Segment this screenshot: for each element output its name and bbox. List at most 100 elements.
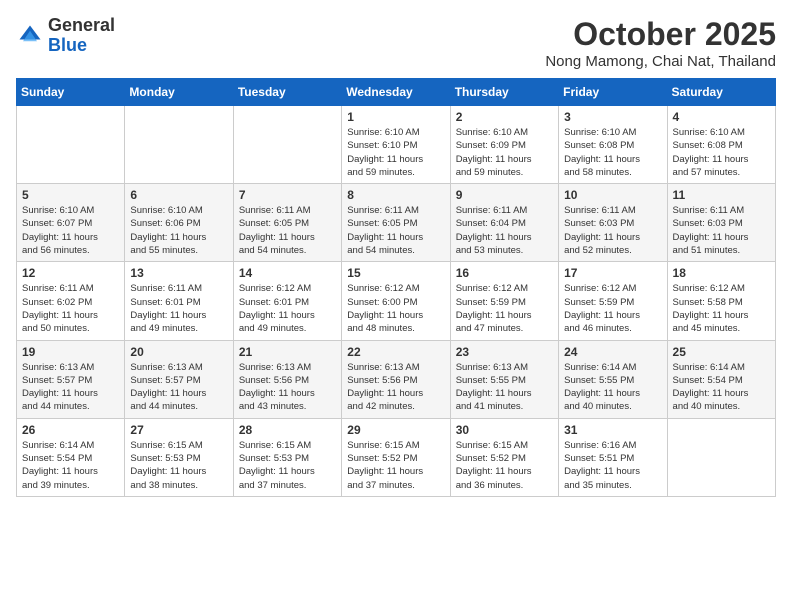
day-info: Sunrise: 6:13 AM Sunset: 5:55 PM Dayligh… (456, 361, 553, 414)
day-number: 5 (22, 188, 119, 202)
day-number: 9 (456, 188, 553, 202)
day-info: Sunrise: 6:12 AM Sunset: 6:00 PM Dayligh… (347, 282, 444, 335)
day-number: 8 (347, 188, 444, 202)
day-number: 28 (239, 423, 336, 437)
calendar-cell: 31 Sunrise: 6:16 AM Sunset: 5:51 PM Dayli… (559, 418, 667, 496)
day-info: Sunrise: 6:11 AM Sunset: 6:03 PM Dayligh… (673, 204, 770, 257)
calendar-cell: 15 Sunrise: 6:12 AM Sunset: 6:00 PM Dayli… (342, 262, 450, 340)
location-title: Nong Mamong, Chai Nat, Thailand (545, 53, 776, 70)
day-number: 30 (456, 423, 553, 437)
day-number: 15 (347, 266, 444, 280)
logo-text: General Blue (48, 16, 115, 56)
day-info: Sunrise: 6:10 AM Sunset: 6:09 PM Dayligh… (456, 126, 553, 179)
calendar-cell: 3 Sunrise: 6:10 AM Sunset: 6:08 PM Daylig… (559, 106, 667, 184)
day-number: 6 (130, 188, 227, 202)
calendar-cell: 8 Sunrise: 6:11 AM Sunset: 6:05 PM Daylig… (342, 184, 450, 262)
weekday-header-sunday: Sunday (17, 79, 125, 106)
day-number: 23 (456, 345, 553, 359)
calendar-cell (667, 418, 775, 496)
calendar-cell: 17Sunrise: 6:12 AM Sunset: 5:59 PM Dayli… (559, 262, 667, 340)
calendar-cell: 11 Sunrise: 6:11 AM Sunset: 6:03 PM Dayli… (667, 184, 775, 262)
day-info: Sunrise: 6:10 AM Sunset: 6:08 PM Dayligh… (564, 126, 661, 179)
day-number: 29 (347, 423, 444, 437)
week-row-5: 26 Sunrise: 6:14 AM Sunset: 5:54 PM Dayli… (17, 418, 776, 496)
day-info: Sunrise: 6:12 AM Sunset: 5:59 PM Dayligh… (564, 282, 661, 335)
calendar-cell: 29 Sunrise: 6:15 AM Sunset: 5:52 PM Dayli… (342, 418, 450, 496)
week-row-1: 1Sunrise: 6:10 AM Sunset: 6:10 PM Daylig… (17, 106, 776, 184)
day-number: 26 (22, 423, 119, 437)
calendar-cell: 27Sunrise: 6:15 AM Sunset: 5:53 PM Dayli… (125, 418, 233, 496)
calendar-cell: 18Sunrise: 6:12 AM Sunset: 5:58 PM Dayli… (667, 262, 775, 340)
day-info: Sunrise: 6:13 AM Sunset: 5:56 PM Dayligh… (239, 361, 336, 414)
calendar-cell: 13 Sunrise: 6:11 AM Sunset: 6:01 PM Dayli… (125, 262, 233, 340)
day-number: 20 (130, 345, 227, 359)
day-info: Sunrise: 6:11 AM Sunset: 6:05 PM Dayligh… (239, 204, 336, 257)
weekday-header-tuesday: Tuesday (233, 79, 341, 106)
day-info: Sunrise: 6:15 AM Sunset: 5:53 PM Dayligh… (239, 439, 336, 492)
day-number: 31 (564, 423, 661, 437)
day-info: Sunrise: 6:11 AM Sunset: 6:01 PM Dayligh… (130, 282, 227, 335)
day-number: 10 (564, 188, 661, 202)
weekday-header-friday: Friday (559, 79, 667, 106)
calendar-cell: 9 Sunrise: 6:11 AM Sunset: 6:04 PM Daylig… (450, 184, 558, 262)
day-info: Sunrise: 6:10 AM Sunset: 6:07 PM Dayligh… (22, 204, 119, 257)
calendar-cell: 10 Sunrise: 6:11 AM Sunset: 6:03 PM Dayli… (559, 184, 667, 262)
day-info: Sunrise: 6:15 AM Sunset: 5:53 PM Dayligh… (130, 439, 227, 492)
calendar-cell (233, 106, 341, 184)
day-number: 4 (673, 110, 770, 124)
calendar-cell: 2 Sunrise: 6:10 AM Sunset: 6:09 PM Daylig… (450, 106, 558, 184)
day-number: 13 (130, 266, 227, 280)
day-number: 11 (673, 188, 770, 202)
day-number: 7 (239, 188, 336, 202)
page-header: General Blue October 2025 Nong Mamong, C… (16, 16, 776, 70)
weekday-header-wednesday: Wednesday (342, 79, 450, 106)
day-info: Sunrise: 6:10 AM Sunset: 6:10 PM Dayligh… (347, 126, 444, 179)
day-number: 19 (22, 345, 119, 359)
day-info: Sunrise: 6:11 AM Sunset: 6:02 PM Dayligh… (22, 282, 119, 335)
day-number: 3 (564, 110, 661, 124)
calendar-cell: 6 Sunrise: 6:10 AM Sunset: 6:06 PM Daylig… (125, 184, 233, 262)
week-row-4: 19Sunrise: 6:13 AM Sunset: 5:57 PM Dayli… (17, 340, 776, 418)
day-info: Sunrise: 6:10 AM Sunset: 6:06 PM Dayligh… (130, 204, 227, 257)
calendar-cell: 16 Sunrise: 6:12 AM Sunset: 5:59 PM Dayli… (450, 262, 558, 340)
calendar-cell: 7 Sunrise: 6:11 AM Sunset: 6:05 PM Daylig… (233, 184, 341, 262)
calendar-cell: 12 Sunrise: 6:11 AM Sunset: 6:02 PM Dayli… (17, 262, 125, 340)
day-number: 24 (564, 345, 661, 359)
calendar-cell: 4 Sunrise: 6:10 AM Sunset: 6:08 PM Daylig… (667, 106, 775, 184)
day-info: Sunrise: 6:14 AM Sunset: 5:54 PM Dayligh… (673, 361, 770, 414)
day-number: 12 (22, 266, 119, 280)
calendar-table: SundayMondayTuesdayWednesdayThursdayFrid… (16, 78, 776, 497)
day-info: Sunrise: 6:14 AM Sunset: 5:55 PM Dayligh… (564, 361, 661, 414)
calendar-cell: 23 Sunrise: 6:13 AM Sunset: 5:55 PM Dayli… (450, 340, 558, 418)
calendar-cell: 22Sunrise: 6:13 AM Sunset: 5:56 PM Dayli… (342, 340, 450, 418)
day-info: Sunrise: 6:12 AM Sunset: 6:01 PM Dayligh… (239, 282, 336, 335)
day-info: Sunrise: 6:15 AM Sunset: 5:52 PM Dayligh… (347, 439, 444, 492)
calendar-cell: 14 Sunrise: 6:12 AM Sunset: 6:01 PM Dayli… (233, 262, 341, 340)
calendar-cell: 21 Sunrise: 6:13 AM Sunset: 5:56 PM Dayli… (233, 340, 341, 418)
day-info: Sunrise: 6:10 AM Sunset: 6:08 PM Dayligh… (673, 126, 770, 179)
day-number: 16 (456, 266, 553, 280)
day-info: Sunrise: 6:14 AM Sunset: 5:54 PM Dayligh… (22, 439, 119, 492)
weekday-header-monday: Monday (125, 79, 233, 106)
calendar-cell: 28 Sunrise: 6:15 AM Sunset: 5:53 PM Dayli… (233, 418, 341, 496)
calendar-cell: 1Sunrise: 6:10 AM Sunset: 6:10 PM Daylig… (342, 106, 450, 184)
month-title: October 2025 (545, 16, 776, 53)
day-number: 25 (673, 345, 770, 359)
calendar-cell: 20Sunrise: 6:13 AM Sunset: 5:57 PM Dayli… (125, 340, 233, 418)
day-info: Sunrise: 6:12 AM Sunset: 5:59 PM Dayligh… (456, 282, 553, 335)
day-info: Sunrise: 6:13 AM Sunset: 5:56 PM Dayligh… (347, 361, 444, 414)
calendar-cell (17, 106, 125, 184)
day-info: Sunrise: 6:16 AM Sunset: 5:51 PM Dayligh… (564, 439, 661, 492)
day-number: 2 (456, 110, 553, 124)
calendar-cell: 26 Sunrise: 6:14 AM Sunset: 5:54 PM Dayli… (17, 418, 125, 496)
calendar-cell: 19Sunrise: 6:13 AM Sunset: 5:57 PM Dayli… (17, 340, 125, 418)
day-info: Sunrise: 6:11 AM Sunset: 6:04 PM Dayligh… (456, 204, 553, 257)
day-info: Sunrise: 6:15 AM Sunset: 5:52 PM Dayligh… (456, 439, 553, 492)
day-number: 21 (239, 345, 336, 359)
day-number: 14 (239, 266, 336, 280)
day-info: Sunrise: 6:12 AM Sunset: 5:58 PM Dayligh… (673, 282, 770, 335)
day-info: Sunrise: 6:11 AM Sunset: 6:05 PM Dayligh… (347, 204, 444, 257)
day-info: Sunrise: 6:11 AM Sunset: 6:03 PM Dayligh… (564, 204, 661, 257)
calendar-cell: 24 Sunrise: 6:14 AM Sunset: 5:55 PM Dayli… (559, 340, 667, 418)
title-block: October 2025 Nong Mamong, Chai Nat, Thai… (545, 16, 776, 70)
